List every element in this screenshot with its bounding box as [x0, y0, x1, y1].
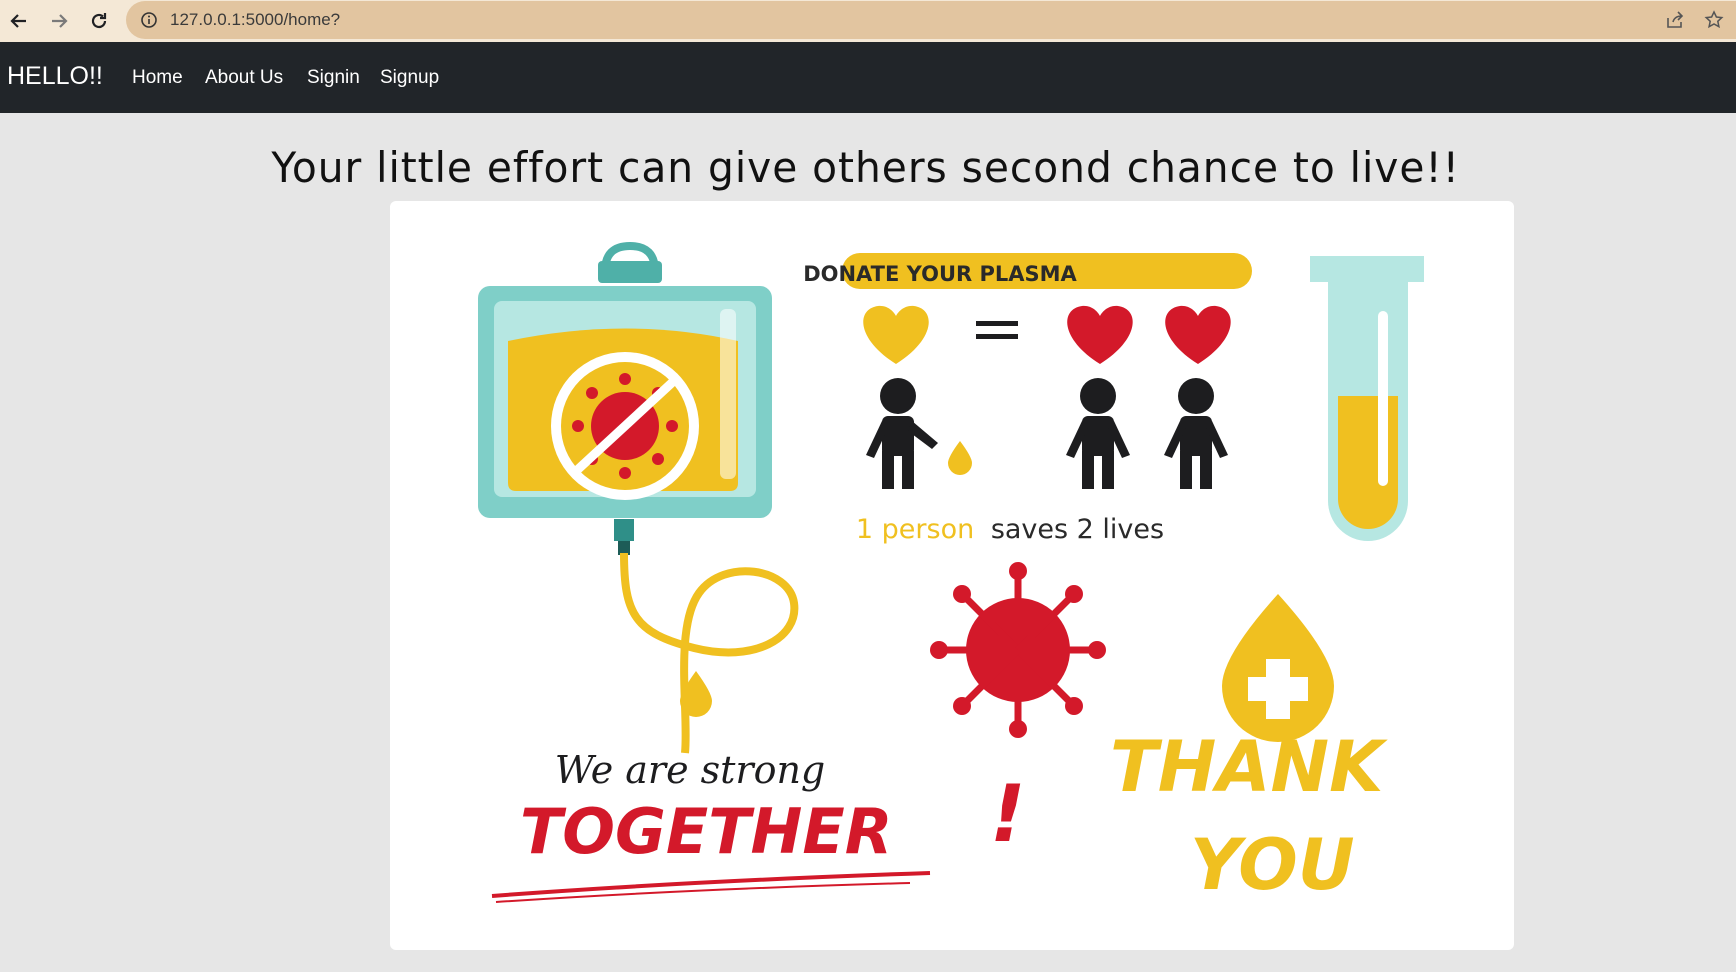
virus-icon [930, 562, 1106, 738]
banner-text: DONATE YOUR PLASMA [803, 262, 1077, 286]
page-headline: Your little effort can give others secon… [271, 143, 1461, 192]
nav-link-about-us[interactable]: About Us [205, 67, 283, 89]
person-icon [1066, 378, 1130, 489]
heart-icon [1165, 305, 1231, 364]
test-tube-icon [1310, 256, 1424, 541]
drop-icon [948, 441, 972, 475]
address-bar[interactable]: 127.0.0.1:5000/home? [126, 1, 1736, 39]
reload-icon[interactable] [84, 6, 114, 36]
slogan-main: TOGETHER [520, 795, 893, 868]
browser-toolbar: 127.0.0.1:5000/home? [0, 0, 1736, 42]
plasma-poster-illustration: DONATE YOUR PLASMA 1 person saves 2 live… [478, 241, 1424, 906]
poster-caption: 1 person saves 2 lives [856, 514, 1164, 545]
slogan-top: We are strong [555, 748, 826, 792]
nav-link-signup[interactable]: Signup [380, 67, 439, 89]
nav-link-signin[interactable]: Signin [307, 67, 360, 89]
brand-logo[interactable]: HELLO!! [7, 62, 103, 91]
donation-poster: DONATE YOUR PLASMA 1 person saves 2 live… [390, 201, 1514, 950]
back-arrow-icon[interactable] [4, 6, 34, 36]
person-icon [866, 378, 938, 489]
forward-arrow-icon[interactable] [44, 6, 74, 36]
person-icon [1164, 378, 1228, 489]
info-icon[interactable] [138, 9, 160, 31]
thank-text: THANK [1110, 726, 1388, 808]
url-text[interactable]: 127.0.0.1:5000/home? [170, 10, 340, 30]
no-virus-icon [551, 352, 699, 500]
heart-icon [863, 305, 929, 364]
heart-icon [1067, 305, 1133, 364]
nav-link-home[interactable]: Home [132, 67, 183, 89]
share-icon[interactable] [1664, 9, 1686, 31]
star-icon[interactable] [1703, 9, 1725, 31]
site-navbar: HELLO!! Home About Us Signin Signup [0, 42, 1736, 113]
medical-drop-icon [1222, 594, 1334, 742]
you-text: YOU [1190, 824, 1355, 906]
slogan-exclamation: ! [990, 770, 1026, 860]
